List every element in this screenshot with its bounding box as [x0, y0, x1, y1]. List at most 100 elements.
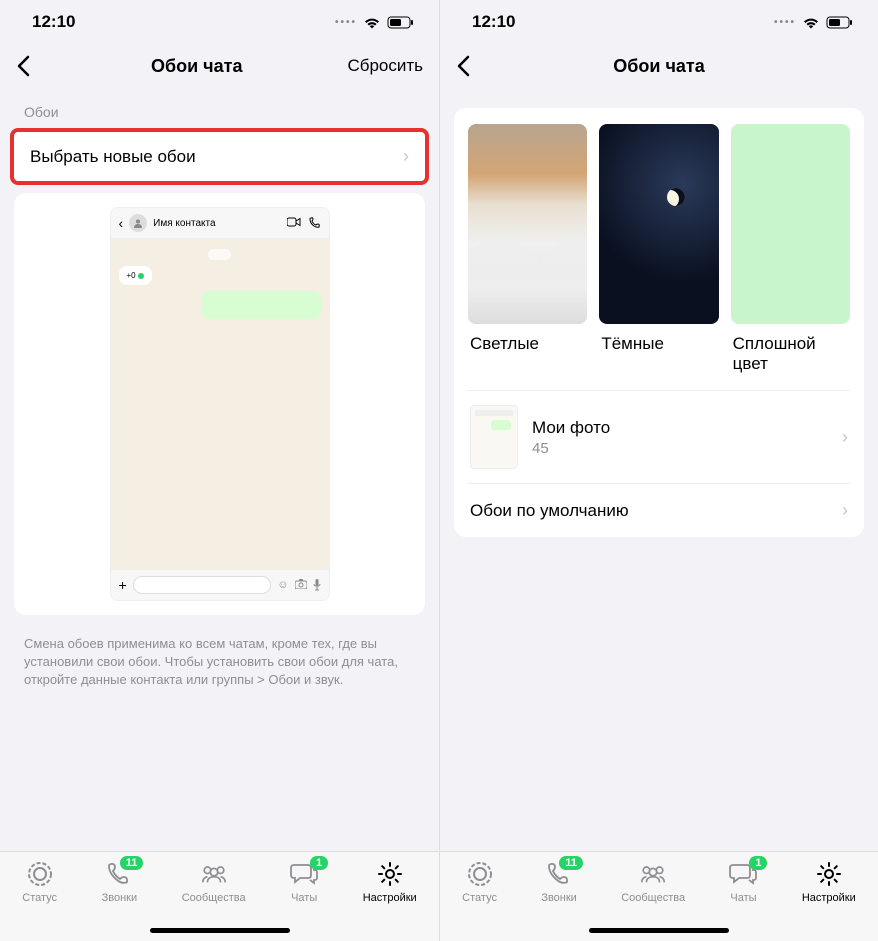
tab-calls-label: Звонки — [102, 892, 138, 904]
nav-header: Обои чата — [440, 44, 878, 88]
chat-input-field — [133, 576, 272, 594]
tab-communities-label: Сообщества — [621, 892, 685, 904]
nav-title: Обои чата — [46, 56, 347, 77]
wifi-icon — [802, 16, 820, 29]
tab-bar: Статус 11 Звонки Сообщества 1 Чаты — [0, 851, 439, 941]
tab-chats-label: Чаты — [291, 892, 317, 904]
tab-settings[interactable]: Настройки — [802, 860, 856, 941]
chevron-right-icon: › — [842, 427, 848, 448]
choose-new-wallpaper-cell[interactable]: Выбрать новые обои › — [10, 128, 429, 185]
my-photos-info: Мои фото 45 — [532, 418, 828, 457]
tab-calls-label: Звонки — [541, 892, 577, 904]
day-pill — [208, 249, 232, 260]
chats-icon: 1 — [729, 860, 757, 888]
wallpaper-categories-card: Светлые Тёмные Сплошной цвет Мои фото 45… — [454, 108, 864, 537]
tab-status[interactable]: Статус — [22, 860, 57, 941]
tab-bar: Статус 11 Звонки Сообщества 1 Чаты — [440, 851, 878, 941]
solid-thumbnail — [731, 124, 850, 324]
my-photos-count: 45 — [532, 440, 828, 457]
calls-icon: 11 — [105, 860, 133, 888]
wifi-icon — [363, 16, 381, 29]
tab-status-label: Статус — [22, 892, 57, 904]
tab-calls[interactable]: 11 Звонки — [541, 860, 577, 941]
calls-badge: 11 — [120, 856, 144, 870]
reset-button[interactable]: Сбросить — [347, 56, 423, 76]
incoming-text: +0 — [127, 271, 136, 280]
tab-status[interactable]: Статус — [462, 860, 497, 941]
chats-badge: 1 — [310, 856, 328, 870]
solid-label: Сплошной цвет — [731, 324, 850, 390]
screen-wallpaper-picker: 12:10 •••• Обои чата Светлые Тёмные Спл — [439, 0, 878, 941]
footer-note: Смена обоев применима ко всем чатам, кро… — [0, 623, 439, 702]
status-icon — [26, 860, 54, 888]
home-indicator[interactable] — [150, 928, 290, 933]
tab-chats[interactable]: 1 Чаты — [729, 860, 757, 941]
tab-calls[interactable]: 11 Звонки — [102, 860, 138, 941]
status-bar: 12:10 •••• — [440, 0, 878, 44]
tab-settings-label: Настройки — [363, 892, 417, 904]
avatar-icon — [129, 214, 147, 232]
category-dark[interactable]: Тёмные — [599, 124, 718, 390]
chevron-right-icon: › — [403, 146, 409, 167]
my-photos-thumbnail — [470, 405, 518, 469]
battery-icon — [387, 16, 415, 29]
tab-chats[interactable]: 1 Чаты — [290, 860, 318, 941]
chat-preview-card: ‹ Имя контакта +0 + — [14, 193, 425, 615]
tab-chats-label: Чаты — [730, 892, 756, 904]
status-indicators: •••• — [335, 16, 415, 29]
tab-settings-label: Настройки — [802, 892, 856, 904]
section-header-wallpaper: Обои — [0, 88, 439, 128]
cellular-icon: •••• — [335, 17, 357, 28]
calls-icon: 11 — [545, 860, 573, 888]
video-icon — [287, 217, 301, 227]
chat-back-icon: ‹ — [119, 215, 124, 231]
settings-icon — [376, 860, 404, 888]
chats-badge: 1 — [749, 856, 767, 870]
chat-contact-name: Имя контакта — [153, 218, 280, 229]
category-grid: Светлые Тёмные Сплошной цвет — [468, 124, 850, 390]
back-button[interactable] — [16, 55, 46, 77]
battery-icon — [826, 16, 854, 29]
status-indicators: •••• — [774, 16, 854, 29]
back-button[interactable] — [456, 55, 486, 77]
category-solid[interactable]: Сплошной цвет — [731, 124, 850, 390]
tab-settings[interactable]: Настройки — [363, 860, 417, 941]
sticker-icon: ☺ — [277, 579, 288, 591]
category-light[interactable]: Светлые — [468, 124, 587, 390]
light-thumbnail — [468, 124, 587, 324]
status-icon — [466, 860, 494, 888]
default-wallpaper-row[interactable]: Обои по умолчанию › — [468, 483, 850, 537]
status-dot-icon — [138, 273, 144, 279]
my-photos-title: Мои фото — [532, 418, 828, 438]
chevron-right-icon: › — [842, 500, 848, 521]
status-time: 12:10 — [472, 12, 515, 32]
chats-icon: 1 — [290, 860, 318, 888]
light-label: Светлые — [468, 324, 587, 370]
communities-icon — [200, 860, 228, 888]
dark-thumbnail — [599, 124, 718, 324]
home-indicator[interactable] — [589, 928, 729, 933]
mic-icon — [313, 579, 321, 591]
communities-icon — [639, 860, 667, 888]
choose-new-wallpaper-label: Выбрать новые обои — [30, 147, 196, 167]
chat-preview-body: +0 — [111, 239, 329, 569]
outgoing-bubble — [201, 291, 321, 319]
incoming-bubble: +0 — [119, 266, 152, 285]
tab-communities-label: Сообщества — [182, 892, 246, 904]
settings-icon — [815, 860, 843, 888]
chat-preview: ‹ Имя контакта +0 + — [110, 207, 330, 601]
default-wallpaper-label: Обои по умолчанию — [470, 501, 629, 521]
chat-input-bar: + ☺ — [111, 569, 329, 600]
calls-badge: 11 — [559, 856, 583, 870]
status-bar: 12:10 •••• — [0, 0, 439, 44]
camera-icon — [295, 579, 307, 591]
dark-label: Тёмные — [599, 324, 718, 370]
chat-preview-header: ‹ Имя контакта — [111, 208, 329, 239]
my-photos-row[interactable]: Мои фото 45 › — [468, 390, 850, 483]
tab-status-label: Статус — [462, 892, 497, 904]
cellular-icon: •••• — [774, 17, 796, 28]
screen-wallpaper-main: 12:10 •••• Обои чата Сбросить Обои Выбра… — [0, 0, 439, 941]
nav-title: Обои чата — [486, 56, 832, 77]
phone-icon — [309, 217, 321, 229]
nav-header: Обои чата Сбросить — [0, 44, 439, 88]
